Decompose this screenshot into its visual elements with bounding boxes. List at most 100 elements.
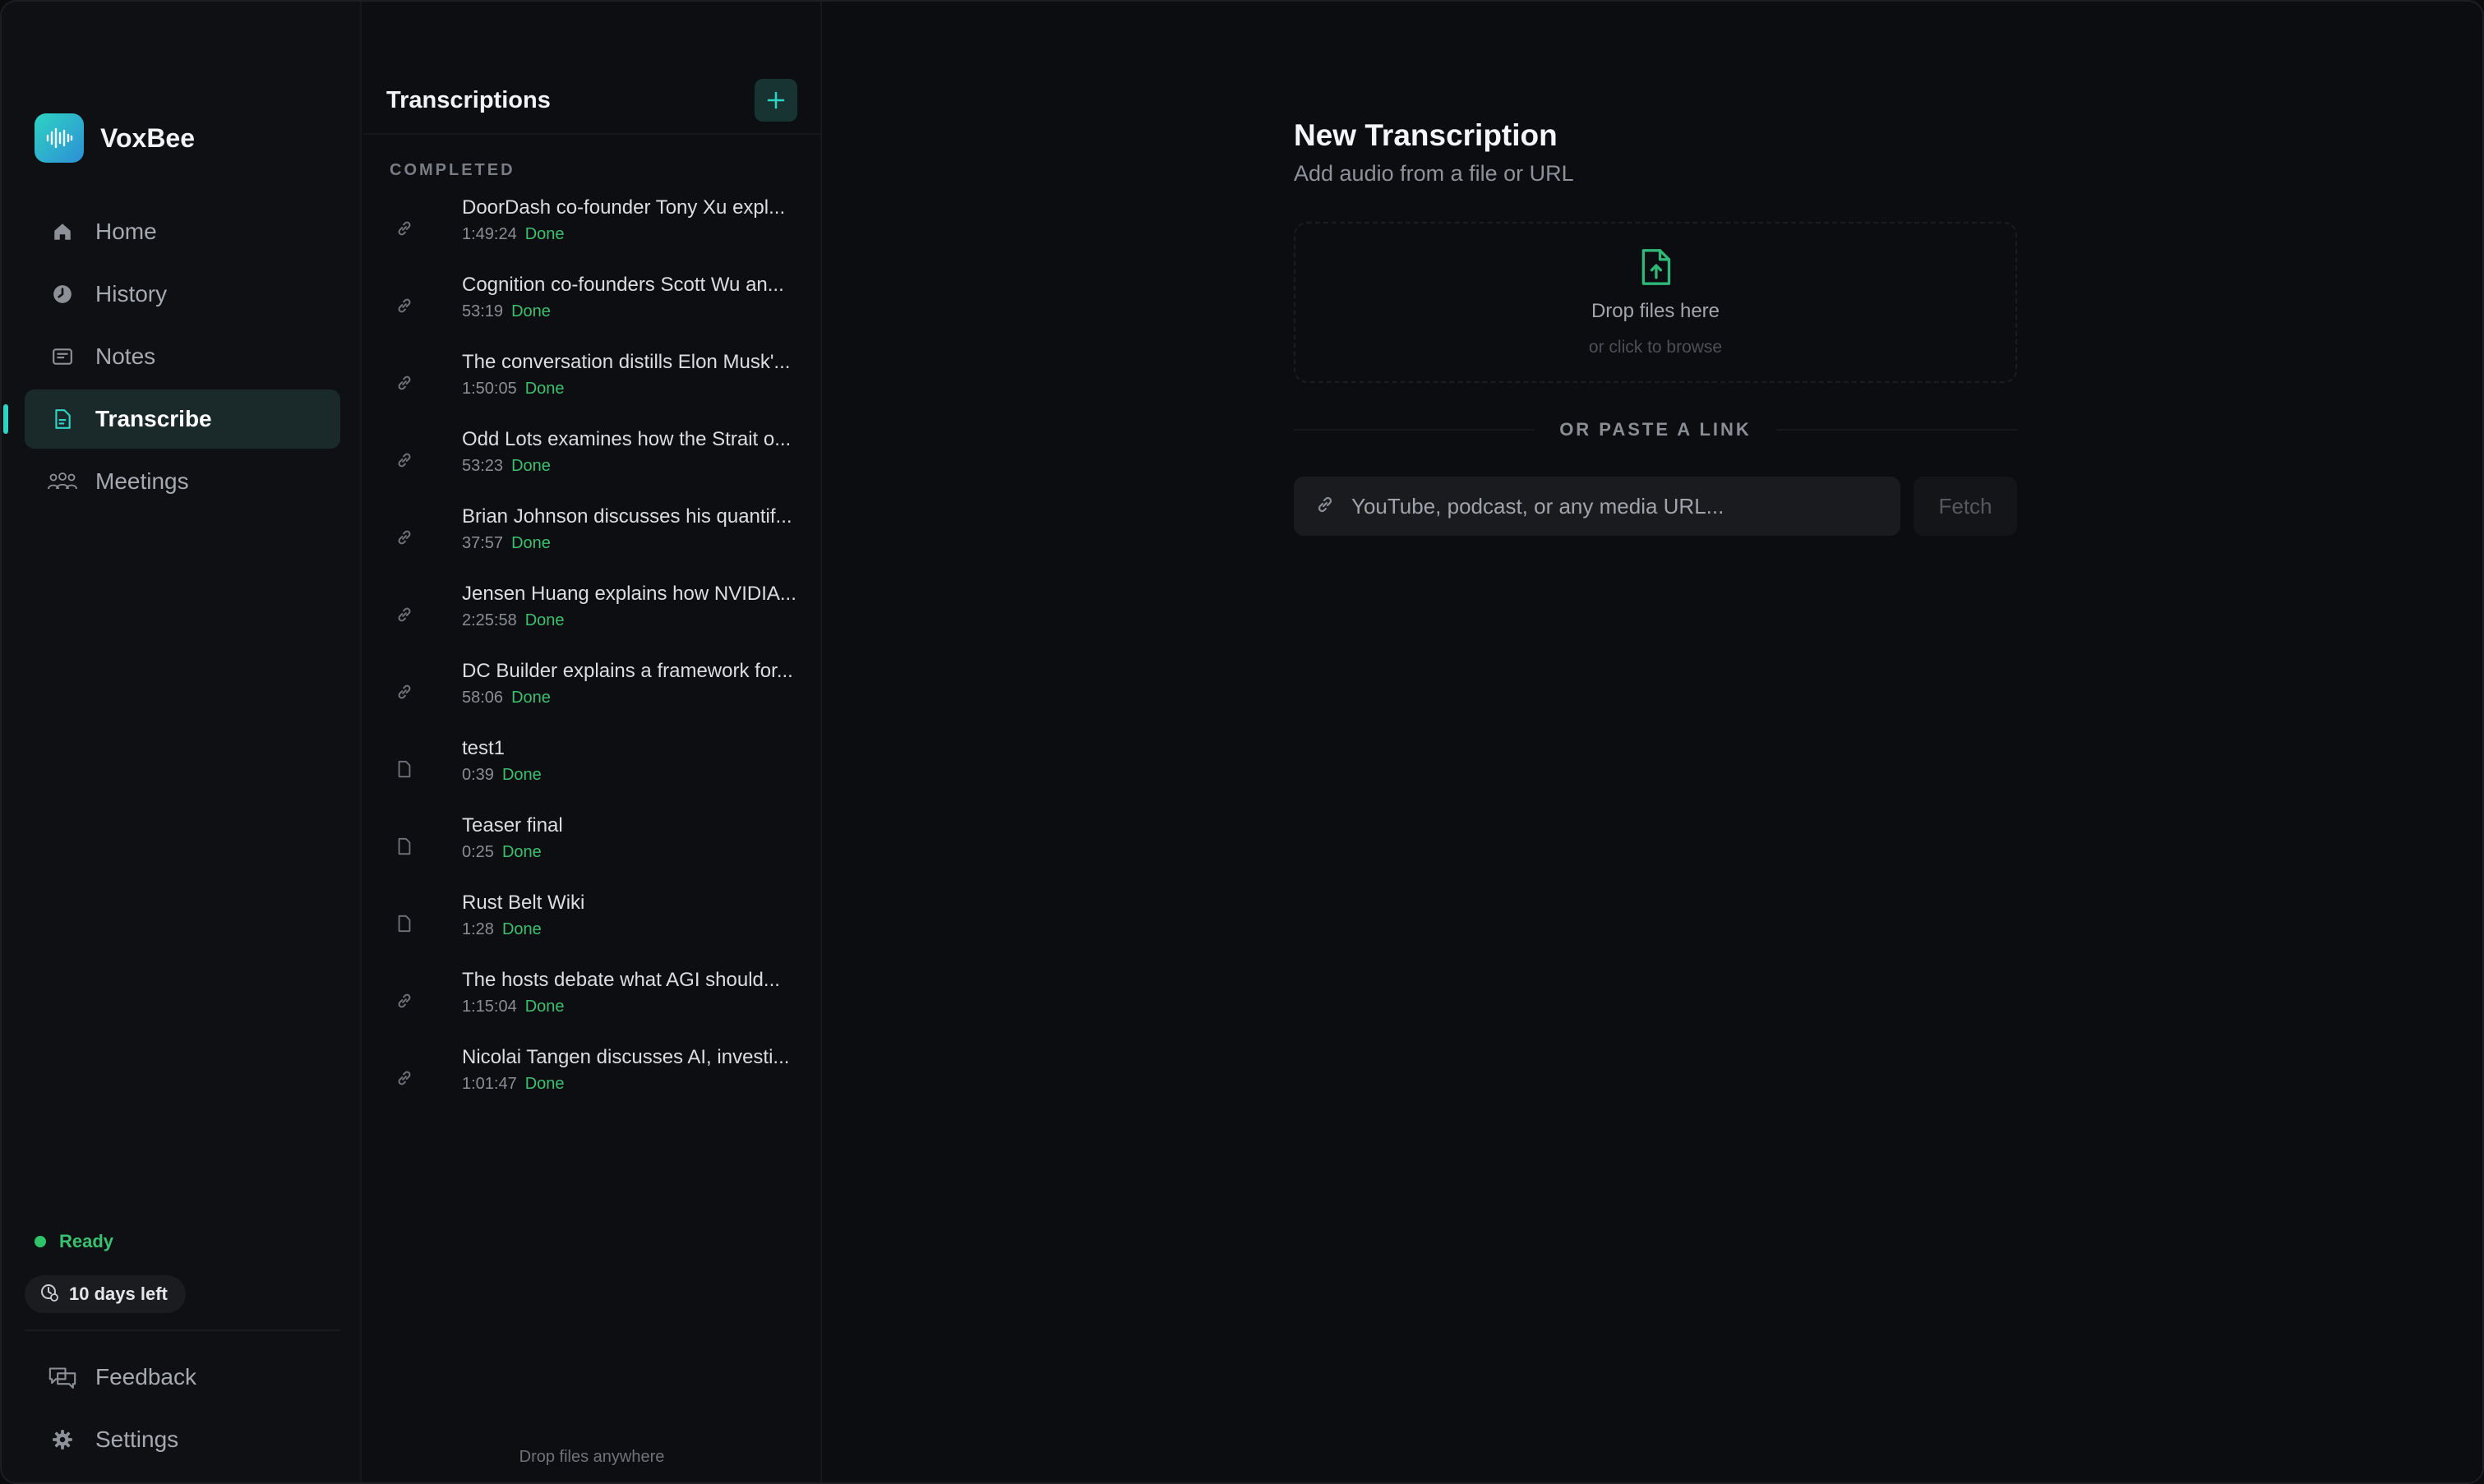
nav-label-settings: Settings xyxy=(95,1426,179,1452)
item-duration: 1:28 xyxy=(462,920,494,938)
nav-label-home: Home xyxy=(95,219,157,244)
nav-label-notes: Notes xyxy=(95,343,156,369)
nav-item-settings[interactable]: Settings xyxy=(25,1410,340,1469)
list-item[interactable]: Rust Belt Wiki 1:28 Done xyxy=(363,891,820,968)
status-badge: Done xyxy=(524,380,565,398)
file-upload-icon xyxy=(1641,249,1671,285)
list-item[interactable]: Odd Lots examines how the Strait o... 53… xyxy=(363,427,820,505)
status-badge: Done xyxy=(511,302,551,320)
status-badge: Done xyxy=(511,457,551,475)
item-title: The conversation distills Elon Musk'... xyxy=(462,351,791,373)
link-icon xyxy=(393,217,416,240)
item-title: DoorDash co-founder Tony Xu expl... xyxy=(462,196,786,219)
item-duration: 1:01:47 xyxy=(462,1075,517,1093)
list-item[interactable]: test1 0:39 Done xyxy=(363,736,820,813)
item-duration: 37:57 xyxy=(462,534,504,552)
fetch-button[interactable]: Fetch xyxy=(1914,477,2017,536)
add-transcription-button[interactable] xyxy=(755,79,797,122)
link-icon xyxy=(393,1067,416,1090)
nav-label-history: History xyxy=(95,281,168,306)
waveform-logo-icon xyxy=(35,113,84,163)
link-icon xyxy=(393,526,416,549)
notes-icon xyxy=(48,342,77,371)
list-item[interactable]: DC Builder explains a framework for... 5… xyxy=(363,659,820,736)
list-item[interactable]: Cognition co-founders Scott Wu an... 53:… xyxy=(363,273,820,350)
url-input[interactable] xyxy=(1351,477,1900,536)
nav-label-meetings: Meetings xyxy=(95,468,189,494)
item-duration: 0:39 xyxy=(462,766,494,784)
list-item[interactable]: The conversation distills Elon Musk'... … xyxy=(363,350,820,427)
plus-icon xyxy=(767,91,785,109)
nav-item-meetings[interactable]: Meetings xyxy=(25,452,340,511)
home-icon xyxy=(48,217,77,247)
gear-icon xyxy=(48,1425,77,1454)
item-title: Cognition co-founders Scott Wu an... xyxy=(462,274,784,296)
nav-item-feedback[interactable]: Feedback xyxy=(25,1348,340,1407)
item-duration: 1:50:05 xyxy=(462,380,517,398)
item-title: The hosts debate what AGI should... xyxy=(462,969,780,991)
document-icon xyxy=(48,404,77,434)
sidebar-divider xyxy=(25,1330,340,1331)
app-name: VoxBee xyxy=(100,122,196,153)
page-subtitle: Add audio from a file or URL xyxy=(1294,161,1574,186)
file-icon xyxy=(393,912,416,935)
bottom-nav: Feedback Settings xyxy=(25,1348,340,1472)
main-nav: Home History Notes Transcribe Meetings xyxy=(3,202,340,514)
transcription-list: DoorDash co-founder Tony Xu expl... 1:49… xyxy=(363,196,820,1122)
list-divider xyxy=(363,133,820,135)
or-divider: OR PASTE A LINK xyxy=(1294,417,2018,442)
trial-text: 10 days left xyxy=(69,1284,168,1304)
nav-label-transcribe: Transcribe xyxy=(95,406,212,431)
link-icon xyxy=(1315,495,1335,518)
nav-item-history[interactable]: History xyxy=(25,265,340,324)
item-title: Teaser final xyxy=(462,814,563,836)
status-indicator: Ready xyxy=(35,1231,113,1252)
trial-badge[interactable]: 10 days left xyxy=(25,1275,186,1313)
item-title: Odd Lots examines how the Strait o... xyxy=(462,428,792,450)
item-duration: 53:23 xyxy=(462,457,504,475)
file-icon xyxy=(393,835,416,858)
status-badge: Done xyxy=(524,1075,565,1093)
trial-clock-icon xyxy=(39,1283,59,1307)
link-icon xyxy=(393,449,416,472)
list-item[interactable]: DoorDash co-founder Tony Xu expl... 1:49… xyxy=(363,196,820,273)
list-item[interactable]: Jensen Huang explains how NVIDIA... 2:25… xyxy=(363,582,820,659)
or-divider-text: OR PASTE A LINK xyxy=(1559,419,1752,440)
item-duration: 0:25 xyxy=(462,843,494,861)
sidebar: VoxBee Home History Notes Transcribe Mee… xyxy=(2,2,362,1482)
item-duration: 1:49:24 xyxy=(462,225,517,243)
link-icon xyxy=(393,680,416,703)
item-title: test1 xyxy=(462,737,506,759)
list-item[interactable]: Brian Johnson discusses his quantif... 3… xyxy=(363,505,820,582)
status-badge: Done xyxy=(501,920,542,938)
item-duration: 2:25:58 xyxy=(462,611,517,629)
file-icon xyxy=(393,758,416,781)
app-window: VoxBee Home History Notes Transcribe Mee… xyxy=(0,0,2484,1484)
list-item[interactable]: Nicolai Tangen discusses AI, investi... … xyxy=(363,1045,820,1122)
link-icon xyxy=(393,371,416,394)
status-badge: Done xyxy=(511,689,551,707)
page-title: New Transcription xyxy=(1294,118,1558,152)
transcriptions-panel: Transcriptions COMPLETED DoorDash co-fou… xyxy=(363,2,822,1482)
link-icon xyxy=(393,294,416,317)
link-icon xyxy=(393,989,416,1012)
drop-files-hint: Drop files anywhere xyxy=(519,1448,665,1466)
status-badge: Done xyxy=(524,611,565,629)
list-title: Transcriptions xyxy=(386,86,551,113)
item-duration: 53:19 xyxy=(462,302,504,320)
item-title: Nicolai Tangen discusses AI, investi... xyxy=(462,1046,790,1068)
url-field[interactable] xyxy=(1294,477,1900,536)
dropzone-sublabel: or click to browse xyxy=(1588,338,1723,357)
status-badge: Done xyxy=(524,225,565,243)
list-item[interactable]: Teaser final 0:25 Done xyxy=(363,813,820,891)
file-dropzone[interactable]: Drop files here or click to browse xyxy=(1294,222,2017,383)
list-item[interactable]: The hosts debate what AGI should... 1:15… xyxy=(363,968,820,1045)
nav-item-home[interactable]: Home xyxy=(25,202,340,261)
nav-item-transcribe[interactable]: Transcribe xyxy=(3,389,340,449)
main-content: New Transcription Add audio from a file … xyxy=(824,2,2482,1482)
nav-item-notes[interactable]: Notes xyxy=(25,327,340,386)
people-icon xyxy=(48,467,77,496)
brand: VoxBee xyxy=(35,113,195,163)
nav-label-feedback: Feedback xyxy=(95,1364,196,1390)
item-duration: 58:06 xyxy=(462,689,504,707)
